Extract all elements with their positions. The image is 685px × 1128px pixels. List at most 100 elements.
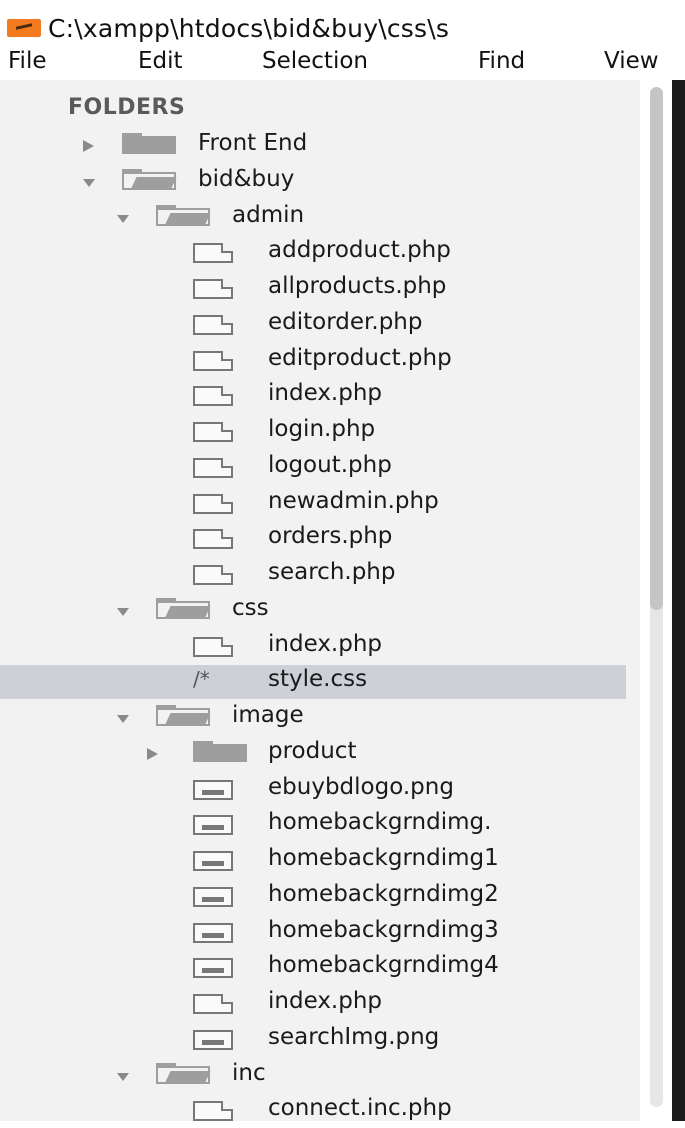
title-bar: C:\xampp\htdocs\bid&buy\css\s xyxy=(0,0,685,44)
window-title: C:\xampp\htdocs\bid&buy\css\s xyxy=(48,14,450,43)
file-row[interactable]: editproduct.php xyxy=(0,344,626,378)
tree-item-label: editorder.php xyxy=(268,308,423,335)
folder-open-icon xyxy=(156,204,210,226)
folder-open-icon xyxy=(156,1062,210,1084)
tree-item-label: index.php xyxy=(268,380,383,407)
file-icon xyxy=(193,243,233,264)
file-icon xyxy=(193,529,233,550)
tree-item-label: homebackgrndimg1 xyxy=(268,845,499,871)
file-row[interactable]: logout.php xyxy=(0,451,626,485)
disclosure-right-icon[interactable] xyxy=(147,747,158,760)
tree-item-label: homebackgrndimg2 xyxy=(268,880,499,907)
editor-area[interactable] xyxy=(672,80,685,1121)
image-file-icon xyxy=(193,1029,233,1050)
file-icon xyxy=(193,314,233,335)
tree-item-label: homebackgrndimg4 xyxy=(268,952,499,979)
folder-open-icon xyxy=(156,705,210,726)
tree-item-label: image xyxy=(232,702,304,728)
css-file-icon: /* xyxy=(193,667,210,692)
file-icon xyxy=(193,636,233,657)
file-row[interactable]: addproduct.php xyxy=(0,236,626,270)
file-icon xyxy=(193,279,233,299)
file-icon xyxy=(193,386,233,407)
file-icon xyxy=(193,565,233,585)
disclosure-down-icon[interactable] xyxy=(117,715,129,723)
image-file-icon xyxy=(193,922,233,943)
file-icon xyxy=(193,350,233,371)
sublime-app-icon xyxy=(7,19,41,37)
disclosure-right-icon[interactable] xyxy=(83,140,94,152)
file-row[interactable]: editorder.php xyxy=(0,308,626,342)
file-row[interactable]: newadmin.php xyxy=(0,487,626,521)
tree-item-label: orders.php xyxy=(268,523,393,550)
folder-open-icon xyxy=(122,168,176,190)
menu-find[interactable]: Find xyxy=(478,48,525,74)
folder-closed-icon xyxy=(122,133,176,154)
file-row[interactable]: homebackgrndimg. xyxy=(0,808,626,842)
tree-item-label: css xyxy=(232,594,269,621)
file-row[interactable]: homebackgrndimg1 xyxy=(0,844,626,878)
file-row[interactable]: index.php xyxy=(0,987,626,1021)
file-row[interactable]: homebackgrndimg2 xyxy=(0,880,626,914)
file-row[interactable]: orders.php xyxy=(0,522,626,556)
file-row[interactable]: connect.inc.php xyxy=(0,1094,626,1128)
menu-edit[interactable]: Edit xyxy=(138,48,183,74)
file-icon xyxy=(193,457,233,478)
file-row[interactable]: /* style.css xyxy=(0,665,626,700)
tree-item-label: index.php xyxy=(268,988,383,1014)
tree-item-label: logout.php xyxy=(268,451,392,478)
file-icon xyxy=(193,994,233,1014)
file-row[interactable]: index.php xyxy=(0,630,626,664)
file-icon xyxy=(193,422,233,442)
image-file-icon xyxy=(193,815,233,836)
file-row[interactable]: homebackgrndimg4 xyxy=(0,951,626,985)
image-file-icon xyxy=(193,886,233,907)
tree-item-label: inc xyxy=(232,1059,266,1086)
folder-row[interactable]: inc xyxy=(0,1059,626,1093)
file-row[interactable]: search.php xyxy=(0,558,626,592)
folder-row[interactable]: bid&buy xyxy=(0,165,626,199)
file-icon xyxy=(193,493,233,514)
file-row[interactable]: login.php xyxy=(0,415,626,449)
folder-row[interactable]: Front End xyxy=(0,129,626,163)
disclosure-down-icon[interactable] xyxy=(83,178,95,187)
image-file-icon xyxy=(193,851,233,871)
folder-row[interactable]: admin xyxy=(0,201,626,235)
menu-bar: File Edit Selection Find View xyxy=(0,44,685,80)
image-file-icon xyxy=(193,958,233,979)
file-row[interactable]: ebuybdlogo.png xyxy=(0,773,626,807)
image-file-icon xyxy=(193,779,233,800)
menu-selection[interactable]: Selection xyxy=(262,48,368,74)
folder-row[interactable]: image xyxy=(0,701,626,735)
menu-file[interactable]: File xyxy=(8,48,47,74)
file-icon xyxy=(193,1101,233,1122)
folder-open-icon xyxy=(156,597,210,619)
tree-item-label: homebackgrndimg3 xyxy=(268,916,499,943)
folder-row[interactable]: css xyxy=(0,594,626,628)
tree-item-label: allproducts.php xyxy=(268,273,447,299)
menu-view[interactable]: View xyxy=(604,48,659,74)
folders-heading: FOLDERS xyxy=(68,95,186,120)
tree-item-label: searchImg.png xyxy=(268,1023,440,1050)
tree-item-label: login.php xyxy=(268,416,376,442)
file-row[interactable]: searchImg.png xyxy=(0,1023,626,1057)
tree-item-label: newadmin.php xyxy=(268,487,439,514)
tree-item-label: editproduct.php xyxy=(268,344,452,371)
scrollbar-thumb[interactable] xyxy=(650,87,663,610)
file-row[interactable]: homebackgrndimg3 xyxy=(0,916,626,950)
tree-item-label: homebackgrndimg. xyxy=(268,809,492,836)
tree-item-label: connect.inc.php xyxy=(268,1095,452,1122)
tree-item-label: bid&buy xyxy=(198,165,295,192)
disclosure-down-icon[interactable] xyxy=(117,1072,129,1081)
tree-item-label: ebuybdlogo.png xyxy=(268,773,454,800)
folder-row[interactable]: product xyxy=(0,737,626,771)
file-row[interactable]: index.php xyxy=(0,379,626,413)
disclosure-down-icon[interactable] xyxy=(117,607,129,616)
folder-closed-icon xyxy=(193,740,247,762)
file-row[interactable]: allproducts.php xyxy=(0,272,626,306)
tree-item-label: style.css xyxy=(268,666,368,693)
tree-item-label: admin xyxy=(232,201,305,228)
disclosure-down-icon[interactable] xyxy=(117,214,129,223)
tree-item-label: product xyxy=(268,737,357,764)
tree-item-label: Front End xyxy=(198,130,308,156)
